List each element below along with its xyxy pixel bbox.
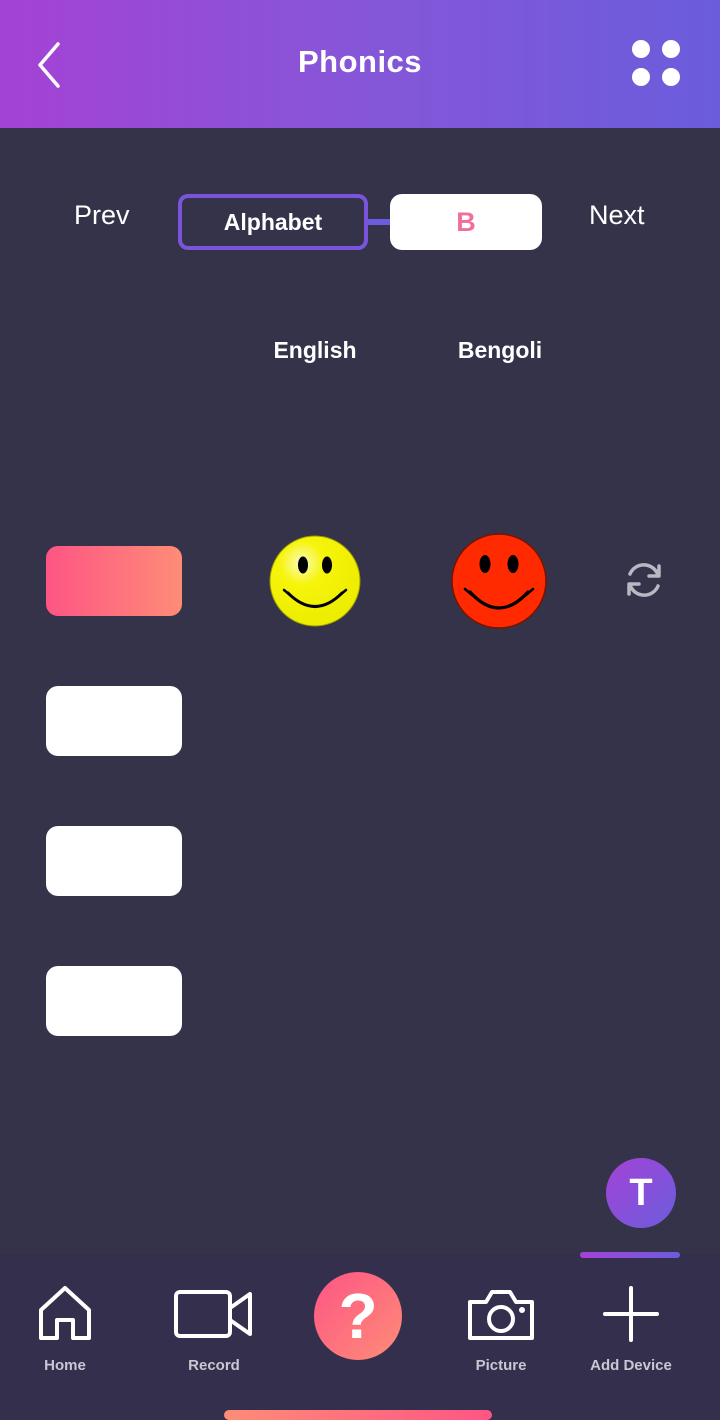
yellow-smiley-icon[interactable] [268,534,362,628]
nav-record[interactable]: Record [159,1270,269,1380]
prev-button[interactable]: Prev [74,200,130,231]
nav-picture-label: Picture [475,1357,527,1374]
red-smiley-icon[interactable] [450,532,548,630]
camera-icon [468,1290,534,1340]
nav-add-device-label: Add Device [590,1357,672,1374]
nav-home[interactable]: Home [10,1270,120,1380]
app-header: Phonics [0,0,720,128]
grid-dots-icon [632,40,650,58]
home-icon [39,1286,91,1340]
nav-home-label: Home [44,1357,86,1374]
nav-add-device[interactable]: Add Device [576,1270,686,1380]
page-title: Phonics [297,44,423,79]
menu-button[interactable] [626,36,688,94]
bengali-column-label: Bengoli [457,337,543,363]
bottom-nav-indicator [580,1252,680,1258]
current-letter[interactable]: B [390,194,542,250]
grid-dot [632,68,650,86]
grid-dot [662,68,680,86]
home-indicator [224,1410,492,1420]
option-button-2[interactable] [46,686,182,756]
alphabet-button[interactable]: Alphabet [178,194,368,250]
option-button-3[interactable] [46,826,182,896]
refresh-icon[interactable] [622,558,666,602]
next-button[interactable]: Next [589,200,645,231]
option-button-1[interactable] [46,546,182,616]
nav-picture[interactable]: Picture [446,1270,556,1380]
nav-record-label: Record [188,1357,240,1374]
plus-icon [603,1286,659,1342]
grid-dot [662,40,680,58]
option-button-4[interactable] [46,966,182,1036]
avatar[interactable]: T [606,1158,676,1228]
video-camera-icon [174,1290,252,1338]
english-column-label: English [273,337,357,363]
help-button[interactable]: ? [314,1272,402,1360]
